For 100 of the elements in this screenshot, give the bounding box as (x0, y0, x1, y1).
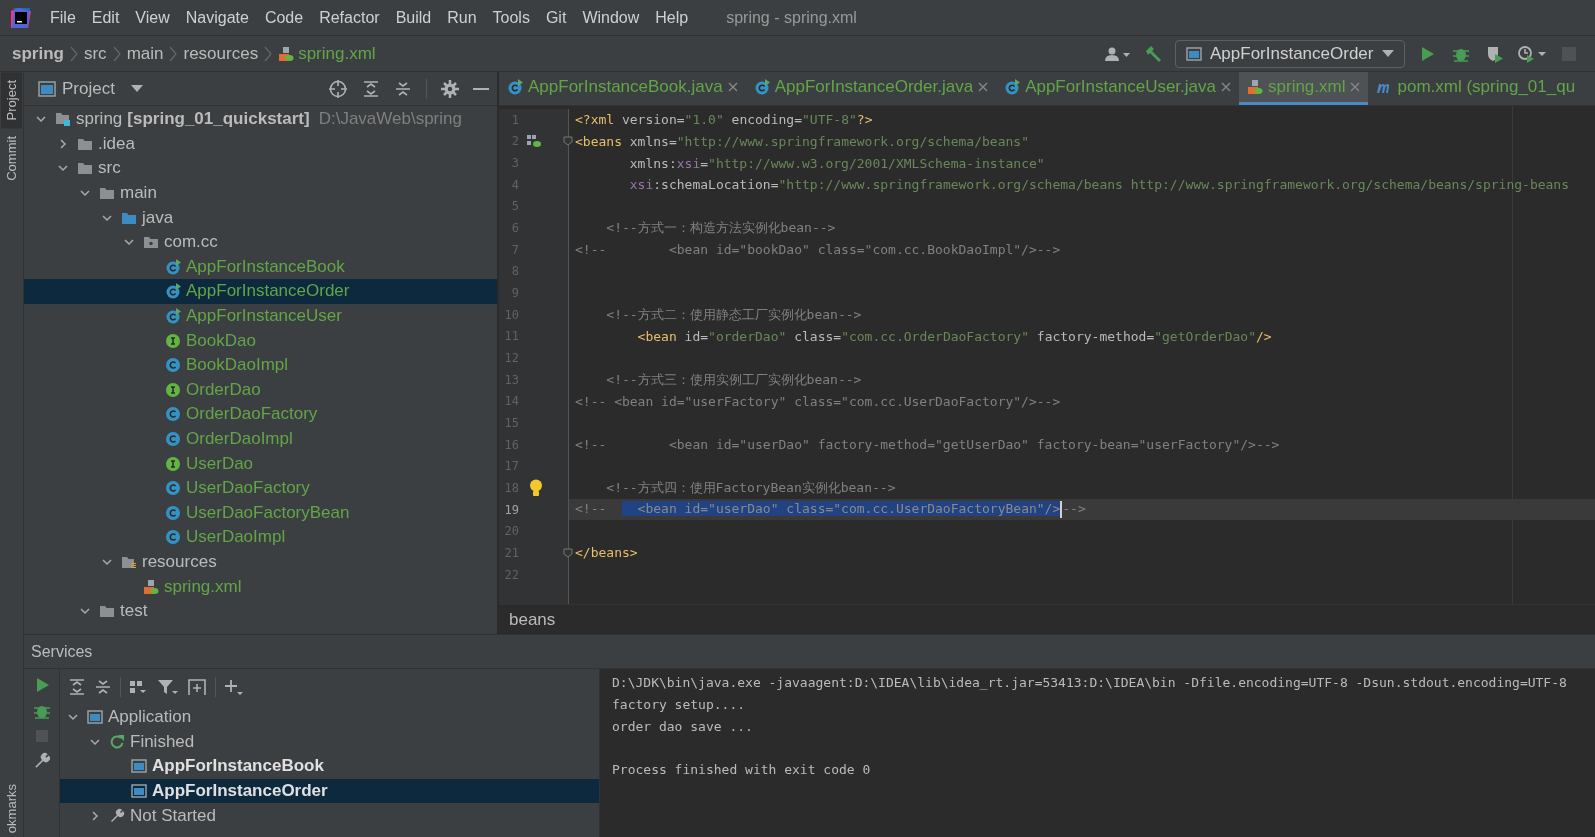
hammer-icon[interactable] (1144, 44, 1162, 63)
console-line: order dao save ... (612, 717, 754, 736)
runnable-class-icon (165, 283, 181, 300)
service-item[interactable]: AppForInstanceBook (60, 754, 599, 779)
tree-item[interactable]: .idea (24, 131, 497, 157)
menu-item[interactable]: Window (574, 8, 648, 27)
menu-item[interactable]: Refactor (311, 8, 388, 27)
user-icon[interactable] (1105, 45, 1131, 62)
menu-item[interactable]: Build (387, 8, 440, 27)
code-line: <!-- <bean id="bookDao" class="com.cc.BookDaoImpl"/>--> (575, 242, 1061, 258)
service-item[interactable]: Finished (60, 729, 599, 755)
tree-item[interactable]: AppForInstanceUser (24, 303, 497, 329)
service-item[interactable]: Not Started (60, 803, 599, 828)
tree-item[interactable]: BookDao (24, 328, 497, 353)
add-configuration-icon[interactable] (187, 678, 207, 696)
tree-item[interactable]: OrderDao (24, 377, 497, 403)
line-number: 19 (503, 502, 519, 517)
fold-icon[interactable] (563, 136, 573, 147)
expand-all-icon[interactable] (362, 79, 380, 98)
panel-title[interactable]: Project (62, 78, 115, 99)
close-icon[interactable] (1221, 82, 1231, 92)
tree-item-label: OrderDaoFactory (186, 404, 318, 425)
tree-item-label: BookDaoImpl (186, 355, 289, 376)
editor-tab[interactable]: AppForInstanceBook.java (499, 72, 746, 105)
menu-item[interactable]: Help (647, 8, 697, 27)
tree-item[interactable]: spring.xml (24, 574, 497, 599)
profiler-icon[interactable] (1517, 44, 1547, 63)
service-item-label: Finished (130, 731, 195, 752)
class-icon (165, 357, 181, 374)
tool-window-tab[interactable]: okmarks (2, 779, 21, 837)
locate-icon[interactable] (328, 78, 348, 99)
wrench-icon[interactable] (32, 752, 51, 770)
tree-item[interactable]: UserDaoImpl (24, 525, 497, 550)
tree-item[interactable]: spring [spring_01_quickstart] D:\JavaWeb\spring (24, 107, 497, 132)
menu-item[interactable]: View (127, 8, 178, 27)
menu-item[interactable]: Navigate (177, 8, 257, 27)
breadcrumb-item[interactable]: spring.xml (278, 43, 376, 64)
tree-item[interactable]: com.cc (24, 229, 497, 255)
run-configuration-dropdown[interactable]: AppForInstanceOrder (1175, 39, 1405, 68)
tree-item[interactable]: main (24, 180, 497, 206)
menu-item[interactable]: Code (256, 8, 312, 27)
tree-item[interactable]: src (24, 156, 497, 181)
spring-bean-icon[interactable] (527, 134, 541, 149)
window-icon (1186, 45, 1202, 62)
dropdown-caret-icon[interactable] (130, 84, 143, 93)
menu-item[interactable]: File (42, 8, 84, 27)
close-icon[interactable] (727, 82, 738, 92)
runnable-class-icon (1004, 79, 1021, 95)
tree-item[interactable]: UserDao (24, 451, 497, 476)
wrench-icon (109, 807, 125, 824)
breadcrumb-item[interactable]: spring (12, 43, 64, 64)
module-name: [spring_01_quickstart] (127, 109, 310, 130)
tree-item[interactable]: resources (24, 549, 497, 575)
menu-item[interactable]: Run (439, 8, 485, 27)
code-line: xsi:schemaLocation="http://www.springframework.org/schema/beans http://www.springframework.org/schema/beans/spring-beans (628, 177, 1569, 193)
group-icon[interactable] (129, 678, 149, 696)
tree-item-label: spring.xml (164, 576, 242, 597)
editor-tab[interactable]: AppForInstanceOrder.java (745, 72, 997, 105)
tree-item[interactable]: UserDaoFactory (24, 475, 497, 501)
fold-icon[interactable] (563, 547, 573, 558)
expand-all-icon[interactable] (68, 678, 86, 696)
interface-icon (165, 381, 181, 398)
tool-window-tab[interactable]: Project (1, 72, 22, 129)
breadcrumb-item[interactable]: beans (509, 609, 556, 630)
tree-item[interactable]: test (24, 598, 497, 624)
window-icon (131, 783, 147, 800)
service-item[interactable]: Application (60, 705, 599, 730)
code-line: xmlns:xsi="http://www.w3.org/2001/XMLSchema-instance" (628, 155, 1045, 171)
menu-item[interactable]: Git (537, 8, 575, 27)
tree-item-label: BookDao (186, 330, 256, 351)
filter-icon[interactable] (157, 678, 179, 696)
panel-title: Services (31, 642, 93, 661)
tree-item[interactable]: UserDaoFactoryBean (24, 500, 497, 526)
service-item-label: AppForInstanceOrder (152, 781, 328, 802)
code-line: <beans xmlns="http://www.springframework.org/schema/beans" (575, 134, 1029, 149)
run-icon[interactable] (1419, 45, 1435, 62)
editor-tab[interactable]: AppForInstanceUser.java (996, 72, 1239, 105)
tree-item[interactable]: java (24, 205, 497, 230)
breadcrumb-item[interactable]: main (126, 43, 164, 64)
tree-item[interactable]: OrderDaoImpl (24, 426, 497, 452)
service-item[interactable]: AppForInstanceOrder (60, 778, 599, 804)
menu-item[interactable]: Tools (484, 8, 538, 27)
coverage-icon[interactable] (1486, 44, 1504, 63)
tree-item[interactable]: OrderDaoFactory (24, 402, 497, 427)
tree-item[interactable]: AppForInstanceOrder (24, 279, 497, 304)
tree-item-label: AppForInstanceUser (186, 306, 342, 327)
add-icon[interactable] (224, 678, 244, 696)
tree-item[interactable]: AppForInstanceBook (24, 254, 497, 280)
code-line: <?xml version="1.0" encoding="UTF-8"?> (575, 112, 873, 128)
breadcrumb-item[interactable]: src (83, 43, 107, 64)
close-icon[interactable] (978, 82, 989, 92)
collapse-all-icon[interactable] (94, 678, 112, 696)
tree-item[interactable]: BookDaoImpl (24, 352, 497, 378)
settings-icon[interactable] (441, 79, 459, 98)
tool-window-tab[interactable]: Commit (1, 128, 22, 190)
collapse-all-icon[interactable] (394, 79, 412, 98)
breadcrumb-item[interactable]: resources (183, 43, 259, 64)
lightbulb-icon[interactable] (529, 479, 543, 497)
editor-tab[interactable]: pom.xml (spring_01_qu (1368, 72, 1584, 105)
menu-item[interactable]: Edit (83, 8, 128, 27)
